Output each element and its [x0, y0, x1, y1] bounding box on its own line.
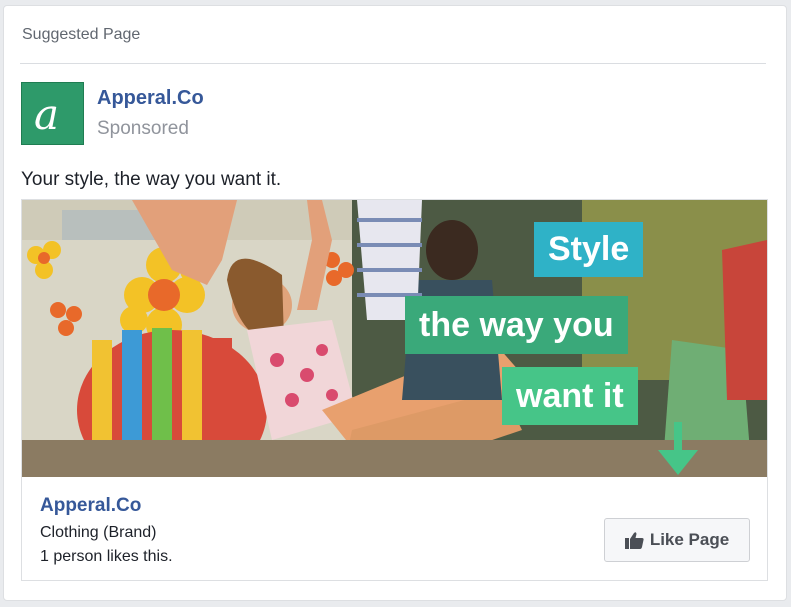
like-page-button[interactable]: Like Page: [604, 518, 750, 562]
suggested-page-label: Suggested Page: [22, 26, 141, 43]
logo-letter: a: [34, 90, 59, 139]
ad-caption-line-2: the way you: [405, 296, 628, 354]
page-likes-count[interactable]: 1 person likes this.: [40, 548, 173, 566]
sponsored-post-card: Suggested Page a Apperal.Co Sponsored Yo…: [3, 5, 787, 601]
page-logo[interactable]: a: [21, 82, 84, 145]
apperal-logo-icon: a: [34, 90, 59, 139]
footer-page-name-link[interactable]: Apperal.Co: [40, 495, 141, 517]
page-name-link[interactable]: Apperal.Co: [97, 87, 204, 110]
like-page-label: Like Page: [649, 530, 730, 549]
thumbs-up-icon: [624, 532, 644, 549]
header-divider: [20, 63, 766, 64]
post-text: Your style, the way you want it.: [21, 169, 282, 190]
ad-attachment[interactable]: Style the way you want it Apperal.Co Clo…: [21, 199, 768, 581]
festival-photo-illustration: [22, 200, 767, 477]
ad-caption-line-1: Style: [534, 222, 644, 277]
ad-photo[interactable]: Style the way you want it: [22, 200, 767, 477]
page-category: Clothing (Brand): [40, 524, 157, 541]
attachment-footer: Apperal.Co Clothing (Brand) 1 person lik…: [22, 477, 767, 580]
ad-caption-line-3: want it: [502, 367, 638, 425]
sponsored-label[interactable]: Sponsored: [97, 118, 189, 140]
